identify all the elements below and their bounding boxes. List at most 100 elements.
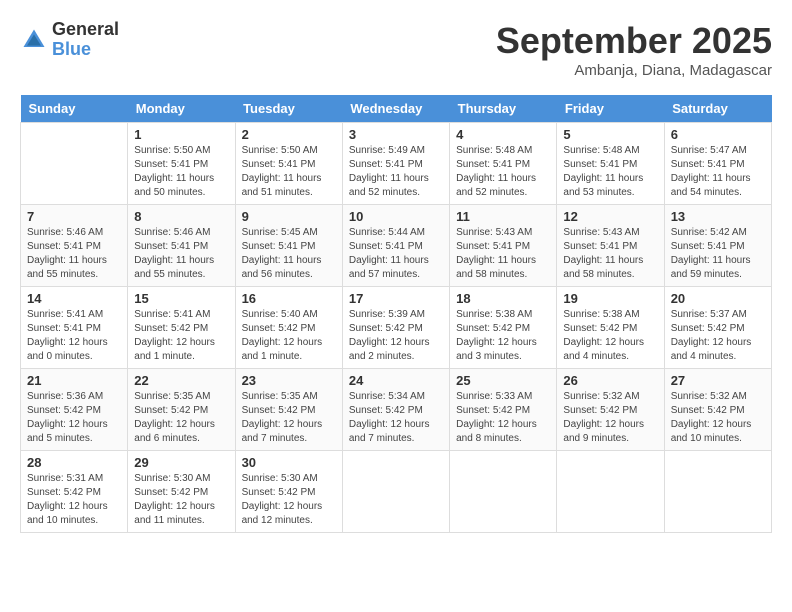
day-number: 11 — [456, 209, 550, 224]
table-row: 29Sunrise: 5:30 AMSunset: 5:42 PMDayligh… — [128, 451, 235, 533]
day-info: Sunrise: 5:47 AMSunset: 5:41 PMDaylight:… — [671, 144, 765, 200]
day-info: Sunrise: 5:49 AMSunset: 5:41 PMDaylight:… — [349, 144, 443, 200]
calendar-header-sunday: Sunday — [21, 95, 128, 123]
day-number: 19 — [563, 291, 657, 306]
table-row: 23 Sunrise: 5:35 AMSunset: 5:42 PMDayligh… — [235, 369, 342, 451]
day-info: Sunrise: 5:39 AMSunset: 5:42 PMDaylight:… — [349, 308, 443, 364]
day-info: Sunrise: 5:43 AMSunset: 5:41 PMDaylight:… — [563, 226, 657, 282]
calendar-header-wednesday: Wednesday — [342, 95, 449, 123]
day-info: Sunrise: 5:50 AMSunset: 5:41 PMDaylight:… — [134, 144, 228, 200]
calendar-week-1: 1 Sunrise: 5:50 AMSunset: 5:41 PMDaylight… — [21, 123, 772, 205]
day-info: Sunrise: 5:44 AMSunset: 5:41 PMDaylight:… — [349, 226, 443, 282]
table-row — [450, 451, 557, 533]
day-info: Sunrise: 5:40 AMSunset: 5:42 PMDaylight:… — [242, 308, 336, 364]
table-row: 3 Sunrise: 5:49 AMSunset: 5:41 PMDaylight… — [342, 123, 449, 205]
calendar-header-tuesday: Tuesday — [235, 95, 342, 123]
day-number: 21 — [27, 373, 121, 388]
day-number: 17 — [349, 291, 443, 306]
month-title: September 2025 — [496, 20, 772, 62]
day-info: Sunrise: 5:30 AMSunset: 5:42 PMDaylight:… — [134, 472, 228, 528]
table-row — [664, 451, 771, 533]
table-row — [342, 451, 449, 533]
day-number: 4 — [456, 127, 550, 142]
day-info: Sunrise: 5:41 AMSunset: 5:41 PMDaylight:… — [27, 308, 121, 364]
table-row: 26Sunrise: 5:32 AMSunset: 5:42 PMDayligh… — [557, 369, 664, 451]
day-number: 3 — [349, 127, 443, 142]
table-row: 30 Sunrise: 5:30 AMSunset: 5:42 PMDayligh… — [235, 451, 342, 533]
day-number: 20 — [671, 291, 765, 306]
day-info: Sunrise: 5:35 AMSunset: 5:42 PMDaylight:… — [134, 390, 228, 446]
table-row: 27 Sunrise: 5:32 AMSunset: 5:42 PMDayligh… — [664, 369, 771, 451]
calendar-header-saturday: Saturday — [664, 95, 771, 123]
day-number: 10 — [349, 209, 443, 224]
table-row: 19 Sunrise: 5:38 AMSunset: 5:42 PMDayligh… — [557, 287, 664, 369]
day-info: Sunrise: 5:41 AMSunset: 5:42 PMDaylight:… — [134, 308, 228, 364]
day-number: 24 — [349, 373, 443, 388]
calendar-header-friday: Friday — [557, 95, 664, 123]
table-row: 22 Sunrise: 5:35 AMSunset: 5:42 PMDayligh… — [128, 369, 235, 451]
day-number: 28 — [27, 455, 121, 470]
day-info: Sunrise: 5:42 AMSunset: 5:41 PMDaylight:… — [671, 226, 765, 282]
day-info: Sunrise: 5:46 AMSunset: 5:41 PMDaylight:… — [134, 226, 228, 282]
day-info: Sunrise: 5:38 AMSunset: 5:42 PMDaylight:… — [563, 308, 657, 364]
table-row: 14 Sunrise: 5:41 AMSunset: 5:41 PMDayligh… — [21, 287, 128, 369]
day-info: Sunrise: 5:38 AMSunset: 5:42 PMDaylight:… — [456, 308, 550, 364]
table-row: 9 Sunrise: 5:45 AMSunset: 5:41 PMDaylight… — [235, 205, 342, 287]
page-header: General Blue September 2025 Ambanja, Dia… — [20, 20, 772, 79]
day-info: Sunrise: 5:48 AMSunset: 5:41 PMDaylight:… — [563, 144, 657, 200]
table-row: 8Sunrise: 5:46 AMSunset: 5:41 PMDaylight… — [128, 205, 235, 287]
day-info: Sunrise: 5:37 AMSunset: 5:42 PMDaylight:… — [671, 308, 765, 364]
logo: General Blue — [20, 20, 119, 60]
day-number: 25 — [456, 373, 550, 388]
day-info: Sunrise: 5:30 AMSunset: 5:42 PMDaylight:… — [242, 472, 336, 528]
table-row: 13Sunrise: 5:42 AMSunset: 5:41 PMDayligh… — [664, 205, 771, 287]
table-row: 11 Sunrise: 5:43 AMSunset: 5:41 PMDayligh… — [450, 205, 557, 287]
table-row: 2 Sunrise: 5:50 AMSunset: 5:41 PMDaylight… — [235, 123, 342, 205]
day-number: 30 — [242, 455, 336, 470]
calendar-header-monday: Monday — [128, 95, 235, 123]
day-info: Sunrise: 5:35 AMSunset: 5:42 PMDaylight:… — [242, 390, 336, 446]
day-number: 18 — [456, 291, 550, 306]
location-subtitle: Ambanja, Diana, Madagascar — [496, 62, 772, 79]
day-number: 9 — [242, 209, 336, 224]
day-info: Sunrise: 5:33 AMSunset: 5:42 PMDaylight:… — [456, 390, 550, 446]
calendar-week-4: 21 Sunrise: 5:36 AMSunset: 5:42 PMDayligh… — [21, 369, 772, 451]
day-info: Sunrise: 5:48 AMSunset: 5:41 PMDaylight:… — [456, 144, 550, 200]
calendar-week-5: 28Sunrise: 5:31 AMSunset: 5:42 PMDayligh… — [21, 451, 772, 533]
table-row: 4 Sunrise: 5:48 AMSunset: 5:41 PMDaylight… — [450, 123, 557, 205]
day-info: Sunrise: 5:43 AMSunset: 5:41 PMDaylight:… — [456, 226, 550, 282]
day-number: 14 — [27, 291, 121, 306]
day-number: 5 — [563, 127, 657, 142]
table-row: 18 Sunrise: 5:38 AMSunset: 5:42 PMDayligh… — [450, 287, 557, 369]
table-row: 1 Sunrise: 5:50 AMSunset: 5:41 PMDaylight… — [128, 123, 235, 205]
table-row: 28Sunrise: 5:31 AMSunset: 5:42 PMDayligh… — [21, 451, 128, 533]
day-number: 22 — [134, 373, 228, 388]
table-row: 24 Sunrise: 5:34 AMSunset: 5:42 PMDayligh… — [342, 369, 449, 451]
day-number: 2 — [242, 127, 336, 142]
day-number: 16 — [242, 291, 336, 306]
day-info: Sunrise: 5:36 AMSunset: 5:42 PMDaylight:… — [27, 390, 121, 446]
table-row: 10 Sunrise: 5:44 AMSunset: 5:41 PMDayligh… — [342, 205, 449, 287]
calendar-week-2: 7Sunrise: 5:46 AMSunset: 5:41 PMDaylight… — [21, 205, 772, 287]
day-number: 27 — [671, 373, 765, 388]
day-info: Sunrise: 5:45 AMSunset: 5:41 PMDaylight:… — [242, 226, 336, 282]
table-row — [557, 451, 664, 533]
table-row: 12 Sunrise: 5:43 AMSunset: 5:41 PMDayligh… — [557, 205, 664, 287]
logo-blue: Blue — [52, 40, 119, 60]
table-row — [21, 123, 128, 205]
table-row: 15Sunrise: 5:41 AMSunset: 5:42 PMDayligh… — [128, 287, 235, 369]
day-number: 23 — [242, 373, 336, 388]
calendar-header-thursday: Thursday — [450, 95, 557, 123]
day-number: 12 — [563, 209, 657, 224]
title-area: September 2025 Ambanja, Diana, Madagasca… — [496, 20, 772, 79]
table-row: 6Sunrise: 5:47 AMSunset: 5:41 PMDaylight… — [664, 123, 771, 205]
table-row: 25 Sunrise: 5:33 AMSunset: 5:42 PMDayligh… — [450, 369, 557, 451]
calendar-week-3: 14 Sunrise: 5:41 AMSunset: 5:41 PMDayligh… — [21, 287, 772, 369]
day-info: Sunrise: 5:32 AMSunset: 5:42 PMDaylight:… — [563, 390, 657, 446]
day-info: Sunrise: 5:46 AMSunset: 5:41 PMDaylight:… — [27, 226, 121, 282]
day-info: Sunrise: 5:50 AMSunset: 5:41 PMDaylight:… — [242, 144, 336, 200]
logo-general: General — [52, 20, 119, 40]
day-info: Sunrise: 5:32 AMSunset: 5:42 PMDaylight:… — [671, 390, 765, 446]
day-number: 1 — [134, 127, 228, 142]
day-info: Sunrise: 5:34 AMSunset: 5:42 PMDaylight:… — [349, 390, 443, 446]
